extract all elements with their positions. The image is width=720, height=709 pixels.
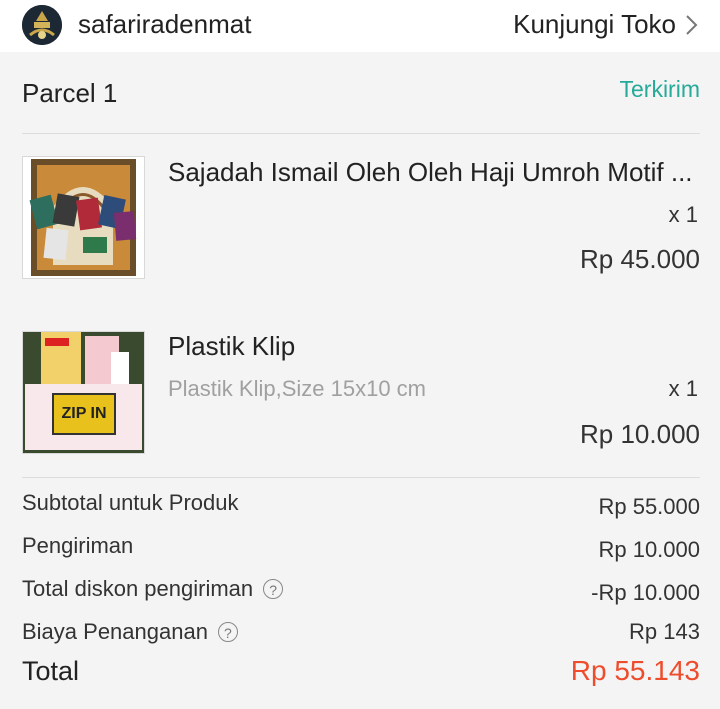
total-label: Total <box>22 656 80 686</box>
shop-logo-icon <box>22 5 62 45</box>
shop-name[interactable]: safariradenmat <box>78 9 251 40</box>
handling-fee-value: Rp 143 <box>629 619 700 644</box>
visit-shop-button[interactable]: Kunjungi Toko <box>513 9 700 40</box>
divider <box>22 133 700 134</box>
help-icon[interactable]: ? <box>263 579 284 599</box>
product-price: Rp 45.000 <box>580 244 700 274</box>
shipping-discount-value: -Rp 10.000 <box>591 580 700 605</box>
visit-shop-label: Kunjungi Toko <box>513 9 676 39</box>
shipping-label: Pengiriman <box>22 533 133 559</box>
subtotal-label-text: Subtotal untuk Produk <box>22 490 239 515</box>
product-price: Rp 10.000 <box>580 419 700 449</box>
parcel-status: Terkirim <box>619 76 701 102</box>
product-thumbnail-sajadah[interactable] <box>22 156 145 279</box>
divider <box>22 477 700 478</box>
handling-fee-label-text: Biaya Penanganan <box>22 619 208 644</box>
product-thumbnail-plastik[interactable]: ZIP IN <box>22 331 145 454</box>
handling-fee-label: Biaya Penanganan ? <box>22 619 238 645</box>
shipping-discount-label: Total diskon pengiriman ? <box>22 576 284 602</box>
subtotal-value: Rp 55.000 <box>598 494 700 519</box>
parcel-title: Parcel 1 <box>22 78 118 108</box>
total-value: Rp 55.143 <box>570 655 700 686</box>
zip-in-logo-text: ZIP IN <box>61 405 106 422</box>
subtotal-label: Subtotal untuk Produk <box>22 490 238 516</box>
shop-avatar[interactable] <box>22 5 62 45</box>
product-variation: Plastik Klip,Size 15x10 cm <box>168 376 426 401</box>
chevron-right-icon <box>686 14 698 35</box>
product-name[interactable]: Plastik Klip <box>168 331 295 362</box>
prayer-rug-image <box>29 159 137 276</box>
product-name[interactable]: Sajadah Ismail Oleh Oleh Haji Umroh Moti… <box>168 157 693 188</box>
product-quantity: x 1 <box>668 202 698 227</box>
shipping-discount-label-text: Total diskon pengiriman <box>22 576 254 601</box>
shipping-value: Rp 10.000 <box>598 537 700 562</box>
shipping-label-text: Pengiriman <box>22 533 134 558</box>
product-quantity: x 1 <box>668 376 698 401</box>
help-icon[interactable]: ? <box>217 622 238 642</box>
plastic-bag-image: ZIP IN <box>23 332 144 453</box>
shop-header: safariradenmat Kunjungi Toko <box>0 0 720 52</box>
